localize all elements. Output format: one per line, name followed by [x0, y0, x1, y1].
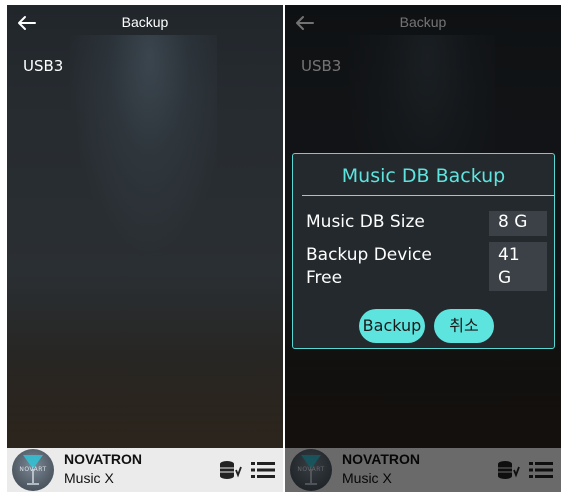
- brand-name: NOVATRON: [64, 451, 143, 467]
- list-icon[interactable]: [529, 460, 553, 480]
- cancel-button[interactable]: 취소: [434, 309, 494, 343]
- now-playing-bar[interactable]: NOVART NOVATRON Music X: [285, 448, 561, 492]
- page-title: Backup: [121, 14, 169, 30]
- novart-logo: NOVART: [12, 449, 54, 491]
- device-item-usb3[interactable]: USB3: [23, 57, 143, 79]
- app-name: Music X: [64, 470, 114, 486]
- backup-button[interactable]: Backup: [359, 309, 425, 343]
- dialog-title: Music DB Backup: [341, 165, 506, 187]
- device-free-value-line2: G: [498, 268, 512, 288]
- background-bottom-glow: [285, 358, 561, 448]
- logo-text: NOVART: [297, 466, 325, 473]
- device-free-label-line1: Backup Device: [306, 245, 432, 265]
- logo-text: NOVART: [19, 466, 47, 473]
- novart-logo: NOVART: [290, 449, 332, 491]
- db-size-label: Music DB Size: [306, 212, 425, 232]
- page-title: Backup: [399, 14, 447, 30]
- dialog-divider: [302, 195, 555, 196]
- device-free-label-line2: Free: [306, 268, 343, 288]
- db-size-value: 8 G: [489, 211, 547, 236]
- background-bottom-glow: [7, 358, 283, 448]
- database-icon[interactable]: [497, 459, 521, 481]
- database-icon[interactable]: [219, 459, 243, 481]
- app-header: Backup: [285, 5, 561, 41]
- list-icon[interactable]: [251, 460, 275, 480]
- music-db-backup-dialog: Music DB Backup Music DB Size 8 G Backup…: [292, 153, 555, 349]
- device-free-value-line1: 41: [498, 245, 520, 265]
- app-header: Backup: [7, 5, 283, 41]
- device-item-usb3[interactable]: USB3: [301, 57, 421, 79]
- backup-screen-left: Backup USB3 NOVART NOVATRON Music X: [7, 5, 283, 492]
- backup-screen-right: Backup USB3 NOVART NOVATRON Music X Musi…: [285, 5, 561, 492]
- now-playing-bar[interactable]: NOVART NOVATRON Music X: [7, 448, 283, 492]
- app-name: Music X: [342, 470, 392, 486]
- brand-name: NOVATRON: [342, 451, 421, 467]
- device-free-value: 41 G: [489, 242, 547, 291]
